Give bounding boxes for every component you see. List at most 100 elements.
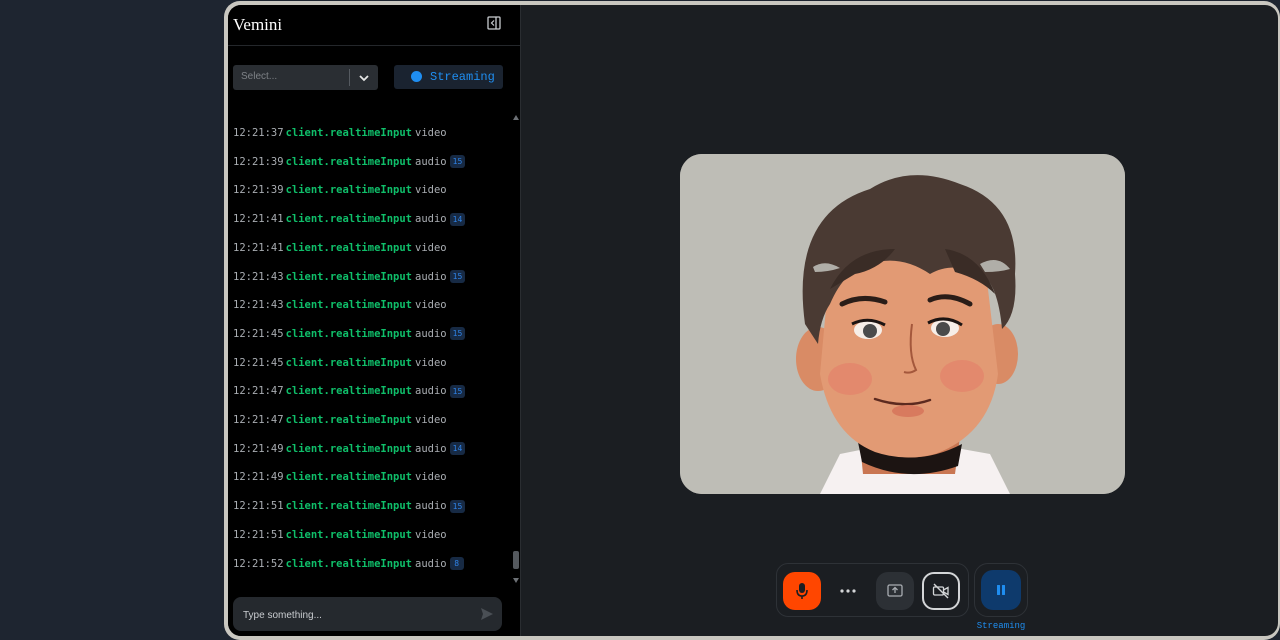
log-timestamp: 12:21:45: [233, 356, 284, 369]
log-type: audio: [415, 155, 447, 168]
log-type: audio: [415, 213, 447, 226]
log-count-badge: 15: [449, 327, 466, 341]
video-stream: [680, 154, 1125, 494]
log-entry: 12:21:45 client.realtimeInput video: [233, 355, 447, 371]
log-count-badge: 15: [449, 155, 466, 169]
log-entry: 12:21:47 client.realtimeInput video: [233, 412, 447, 428]
pause-icon: [997, 585, 1005, 595]
log-type: video: [415, 299, 447, 312]
log-method: client.realtimeInput: [285, 414, 413, 426]
log-type: video: [415, 414, 447, 426]
media-controls: [776, 563, 969, 617]
log-method: client.realtimeInput: [285, 184, 413, 197]
log-entry: 12:21:43 client.realtimeInput audio 15: [233, 269, 466, 285]
log-count-badge: 14: [449, 212, 466, 226]
log-method: client.realtimeInput: [285, 299, 413, 312]
log-entry: 12:21:37 client.realtimeInput video: [233, 125, 447, 141]
log-method: client.realtimeInput: [285, 471, 413, 484]
screen-share-button[interactable]: [876, 572, 914, 610]
scrollbar-thumb[interactable]: [513, 551, 519, 569]
log-timestamp: 12:21:43: [233, 270, 284, 283]
log-entry: 12:21:49 client.realtimeInput video: [233, 469, 447, 485]
log-type: audio: [415, 270, 447, 283]
app-content: Vemini Select... Streaming 12:21:37 clie…: [228, 5, 1278, 636]
side-panel: Vemini Select... Streaming 12:21:37 clie…: [228, 5, 521, 636]
log-type: audio: [415, 557, 447, 570]
log-count-badge: 15: [449, 384, 466, 398]
camera-off-icon: [932, 583, 949, 599]
log-type: video: [415, 471, 447, 484]
log-filter-select[interactable]: Select...: [233, 65, 378, 90]
app-title: Vemini: [233, 15, 283, 34]
log-entry: 12:21:39 client.realtimeInput video: [233, 182, 447, 198]
log-scrollbar[interactable]: [511, 111, 521, 585]
select-placeholder: Select...: [241, 71, 278, 82]
connection-controls: [974, 563, 1028, 617]
log-type: audio: [415, 500, 447, 513]
log-timestamp: 12:21:41: [233, 213, 284, 226]
side-panel-header: Vemini: [228, 5, 520, 46]
log-type: audio: [415, 385, 447, 398]
log-method: client.realtimeInput: [285, 356, 413, 369]
log-timestamp: 12:21:49: [233, 442, 284, 455]
log-method: client.realtimeInput: [285, 528, 413, 541]
log-method: client.realtimeInput: [285, 155, 413, 168]
log-entry: 12:21:49 client.realtimeInput audio 14: [233, 441, 466, 457]
send-icon[interactable]: [480, 607, 494, 621]
streaming-status-label: Streaming: [430, 70, 495, 84]
log-entry: 12:21:52 client.realtimeInput audio 8: [233, 556, 464, 572]
log-timestamp: 12:21:52: [233, 557, 284, 570]
log-method: client.realtimeInput: [285, 213, 413, 226]
message-composer: [233, 597, 502, 633]
streaming-status-badge: Streaming: [394, 65, 503, 89]
log-method: client.realtimeInput: [285, 385, 413, 398]
pause-stream-button[interactable]: [981, 570, 1021, 610]
more-icon: [840, 589, 856, 593]
log-method: client.realtimeInput: [285, 442, 413, 455]
log-type: video: [415, 528, 447, 541]
scroll-up-icon[interactable]: [513, 115, 519, 120]
avatar-portrait: [680, 154, 1125, 494]
log-entry: 12:21:47 client.realtimeInput audio 15: [233, 383, 466, 399]
log-timestamp: 12:21:47: [233, 414, 284, 426]
log-type: audio: [415, 442, 447, 455]
chevron-down-icon[interactable]: [357, 71, 371, 85]
log-entry: 12:21:39 client.realtimeInput audio 15: [233, 154, 466, 170]
log-type: video: [415, 241, 447, 254]
log-timestamp: 12:21:51: [233, 500, 284, 513]
camera-toggle-button[interactable]: [922, 572, 960, 610]
log-count-badge: 15: [449, 499, 466, 513]
log-entry: 12:21:41 client.realtimeInput audio 14: [233, 211, 466, 227]
log-entry: 12:21:41 client.realtimeInput video: [233, 240, 447, 256]
log-count-badge: 15: [449, 270, 466, 283]
mic-button[interactable]: [783, 572, 821, 610]
log-method: client.realtimeInput: [285, 500, 413, 513]
log-type: audio: [415, 327, 447, 340]
log-type: video: [415, 184, 447, 197]
select-divider: [349, 69, 350, 86]
log-method: client.realtimeInput: [285, 127, 413, 139]
log-timestamp: 12:21:51: [233, 528, 284, 541]
connection-status-label: Streaming: [976, 621, 1026, 631]
log-method: client.realtimeInput: [285, 327, 413, 340]
log-method: client.realtimeInput: [285, 241, 413, 254]
scroll-down-icon[interactable]: [513, 578, 519, 583]
log-type: video: [415, 356, 447, 369]
more-options-button[interactable]: [829, 572, 867, 610]
log-entry: 12:21:51 client.realtimeInput audio 15: [233, 498, 466, 514]
screen-share-icon: [887, 584, 903, 597]
log-entry: 12:21:51 client.realtimeInput video: [233, 527, 447, 543]
log-count-badge: 8: [449, 557, 464, 570]
message-input[interactable]: [241, 597, 475, 633]
collapse-sidebar-icon[interactable]: [487, 16, 503, 32]
log-list[interactable]: 12:21:37 client.realtimeInput video 12:21:3…: [228, 102, 521, 586]
log-timestamp: 12:21:37: [233, 127, 284, 139]
log-count-badge: 14: [449, 442, 466, 456]
log-timestamp: 12:21:41: [233, 241, 284, 254]
log-timestamp: 12:21:49: [233, 471, 284, 484]
log-type: video: [415, 127, 447, 139]
log-method: client.realtimeInput: [285, 557, 413, 570]
log-method: client.realtimeInput: [285, 270, 413, 283]
mic-icon: [796, 583, 808, 599]
log-entry: 12:21:45 client.realtimeInput audio 15: [233, 326, 466, 342]
